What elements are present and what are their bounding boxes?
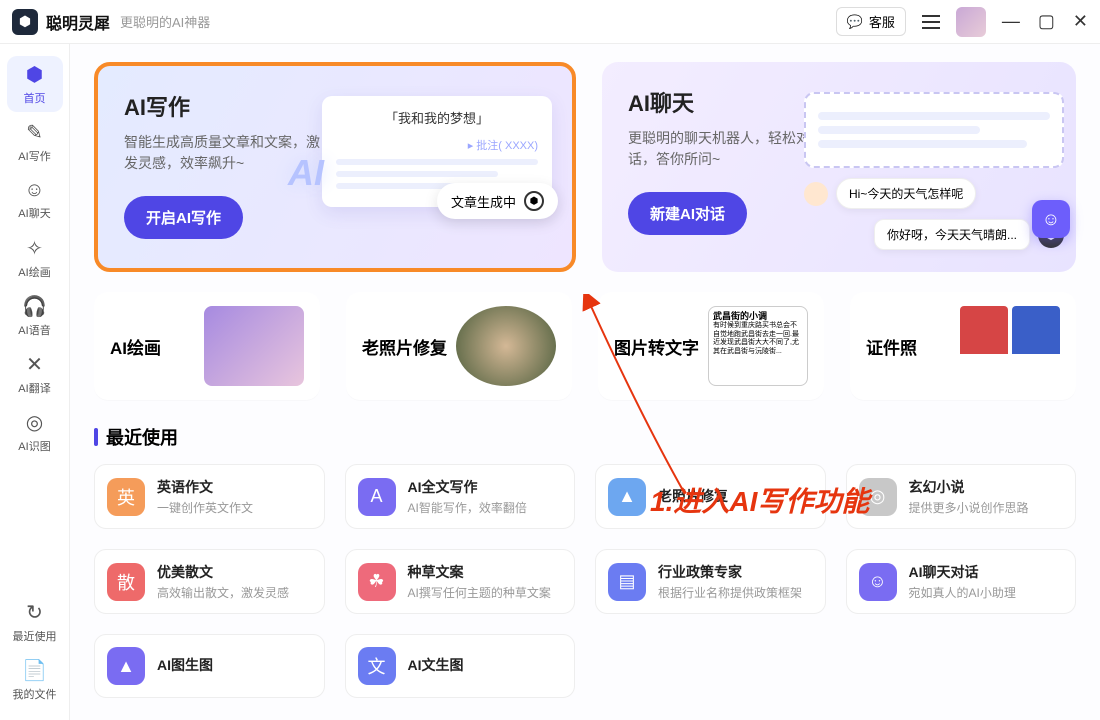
restore-thumb [456,306,556,386]
recent-icon: ☘ [358,563,396,601]
ai-badge: AI [288,152,324,194]
recent-item[interactable]: ▲AI图生图 [94,634,325,698]
sidebar: ⬢首页 ✎AI写作 ☺AI聊天 ✧AI绘画 🎧AI语音 ✕AI翻译 ◎AI识图 … [0,44,70,720]
recent-item[interactable]: ▤行业政策专家根据行业名称提供政策框架 [595,549,826,614]
spinner-icon: ⬢ [524,191,544,211]
recent-item[interactable]: ☘种草文案AI撰写任何主题的种草文案 [345,549,576,614]
headphone-icon: 🎧 [22,294,47,319]
recent-icon: A [358,478,396,516]
maximize-button[interactable]: ▢ [1038,11,1055,32]
support-button[interactable]: 💬 客服 [836,7,906,36]
feature-tile-idphoto[interactable]: 证件照 [850,292,1076,400]
sidebar-item-home[interactable]: ⬢首页 [7,56,63,112]
recent-icon: 散 [107,563,145,601]
sidebar-item-ocr[interactable]: ◎AI识图 [7,404,63,460]
sidebar-item-draw[interactable]: ✧AI绘画 [7,230,63,286]
recent-item[interactable]: ◎玄幻小说提供更多小说创作思路 [846,464,1077,529]
app-tagline: 更聪明的AI神器 [120,12,210,31]
hero-card-chat[interactable]: AI聊天 更聪明的聊天机器人，轻松对话，答你所问~ 新建AI对话 ☺ Hi~今天… [602,62,1076,272]
draw-thumb [204,306,304,386]
sidebar-item-writing[interactable]: ✎AI写作 [7,114,63,170]
scan-icon: ◎ [26,410,43,435]
file-icon: 📄 [22,658,47,683]
app-name: 聪明灵犀 [46,10,110,34]
chat-icon: ☺ [24,179,44,202]
feature-tile-restore[interactable]: 老照片修复 [346,292,572,400]
recent-item[interactable]: 散优美散文高效输出散文，激发灵感 [94,549,325,614]
user-avatar[interactable] [956,7,986,37]
home-icon: ⬢ [26,62,43,87]
brush-icon: ✧ [26,236,43,261]
generating-status: 文章生成中 ⬢ [437,183,558,219]
recent-icon: ▤ [608,563,646,601]
sidebar-item-chat[interactable]: ☺AI聊天 [7,172,63,228]
recent-item[interactable]: 英英语作文一键创作英文作文 [94,464,325,529]
feature-tile-ocr[interactable]: 图片转文字 武昌街的小调 有时候到重庆路买书总会不自觉地跑武昌街去走一回.最近发… [598,292,824,400]
history-icon: ↻ [26,600,43,625]
minimize-button[interactable]: — [1002,11,1020,32]
recent-item[interactable]: 文AI文生图 [345,634,576,698]
ocr-thumb: 武昌街的小调 有时候到重庆路买书总会不自觉地跑武昌街去走一回.最近发现武昌街大大… [708,306,808,386]
sidebar-item-translate[interactable]: ✕AI翻译 [7,346,63,402]
menu-button[interactable] [922,15,940,29]
chat-mock: ☺ Hi~今天的天气怎样呢 你好呀，今天天气晴朗...⬢ [804,92,1064,250]
chat-float-icon: ☺ [1032,200,1070,238]
chat-icon: 💬 [847,14,863,30]
writing-mock: AI 「我和我的梦想」 ▸ 批注( XXXX) 文章生成中 ⬢ [322,96,552,207]
start-writing-button[interactable]: 开启AI写作 [124,196,243,239]
recent-icon: ☺ [859,563,897,601]
recent-item[interactable]: AAI全文写作AI智能写作，效率翻倍 [345,464,576,529]
user-avatar-icon [804,182,828,206]
close-button[interactable]: ✕ [1073,11,1088,32]
idphoto-thumb [960,306,1060,386]
recent-grid: 英英语作文一键创作英文作文 AAI全文写作AI智能写作，效率翻倍 ▲老照片修复 … [94,464,1076,698]
recent-icon: 文 [358,647,396,685]
recent-icon: ▲ [608,478,646,516]
feature-tile-draw[interactable]: AI绘画 [94,292,320,400]
writing-icon: ✎ [26,120,43,145]
recent-item[interactable]: ▲老照片修复 [595,464,826,529]
recent-heading: 最近使用 [94,424,1076,450]
sidebar-item-voice[interactable]: 🎧AI语音 [7,288,63,344]
recent-item[interactable]: ☺AI聊天对话宛如真人的AI小助理 [846,549,1077,614]
hero-chat-desc: 更聪明的聊天机器人，轻松对话，答你所问~ [628,128,828,170]
titlebar: ⬢ 聪明灵犀 更聪明的AI神器 💬 客服 — ▢ ✕ [0,0,1100,44]
recent-icon: ▲ [107,647,145,685]
main-content: AI写作 智能生成高质量文章和文案，激发灵感，效率飙升~ 开启AI写作 AI 「… [70,44,1100,720]
recent-icon: 英 [107,478,145,516]
hero-card-writing[interactable]: AI写作 智能生成高质量文章和文案，激发灵感，效率飙升~ 开启AI写作 AI 「… [94,62,576,272]
sidebar-item-recent[interactable]: ↻最近使用 [7,594,63,650]
sidebar-item-files[interactable]: 📄我的文件 [7,652,63,708]
new-chat-button[interactable]: 新建AI对话 [628,192,747,235]
recent-icon: ◎ [859,478,897,516]
app-logo-icon: ⬢ [12,9,38,35]
translate-icon: ✕ [26,352,43,377]
